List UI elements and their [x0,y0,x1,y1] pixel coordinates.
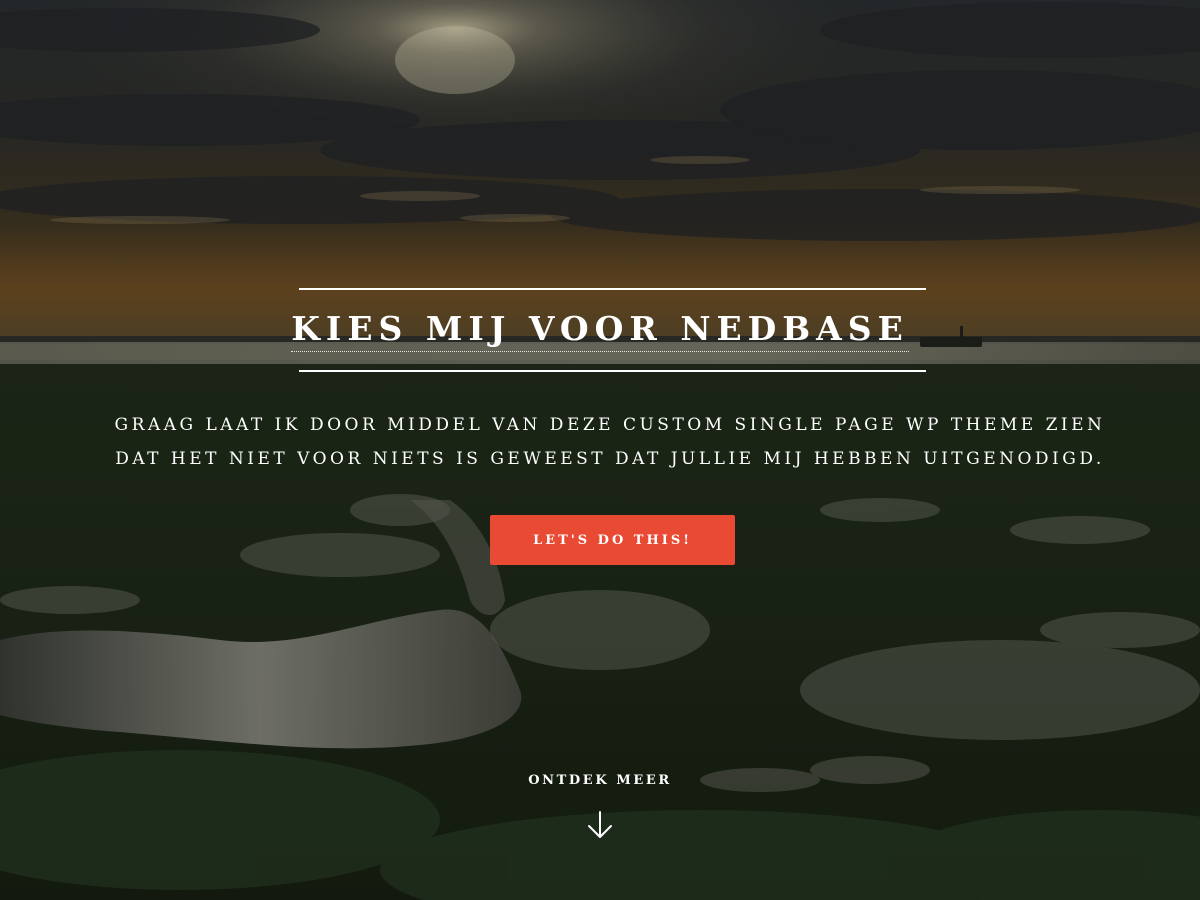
hero-lead: GRAAG LAAT IK DOOR MIDDEL VAN DEZE CUSTO… [60,408,1160,476]
headline-bottom-rule [299,370,926,372]
headline-top-rule [299,288,926,290]
discover-more-link[interactable]: ONTDEK MEER [0,770,1200,840]
hero-headline-text: KIES MIJ VOOR NEDBASE [291,307,909,352]
discover-more-label: ONTDEK MEER [528,773,672,788]
arrow-down-icon [588,811,612,838]
hero-headline: KIES MIJ VOOR NEDBASE [0,306,1200,352]
lead-line-2: DAT HET NIET VOOR NIETS IS GEWEEST DAT J… [115,449,1105,469]
hero-section: KIES MIJ VOOR NEDBASE GRAAG LAAT IK DOOR… [0,0,1200,900]
hero-content: KIES MIJ VOOR NEDBASE GRAAG LAAT IK DOOR… [0,0,1200,900]
cta-button[interactable]: LET'S DO THIS! [490,515,735,565]
lead-line-1: GRAAG LAAT IK DOOR MIDDEL VAN DEZE CUSTO… [114,415,1106,435]
